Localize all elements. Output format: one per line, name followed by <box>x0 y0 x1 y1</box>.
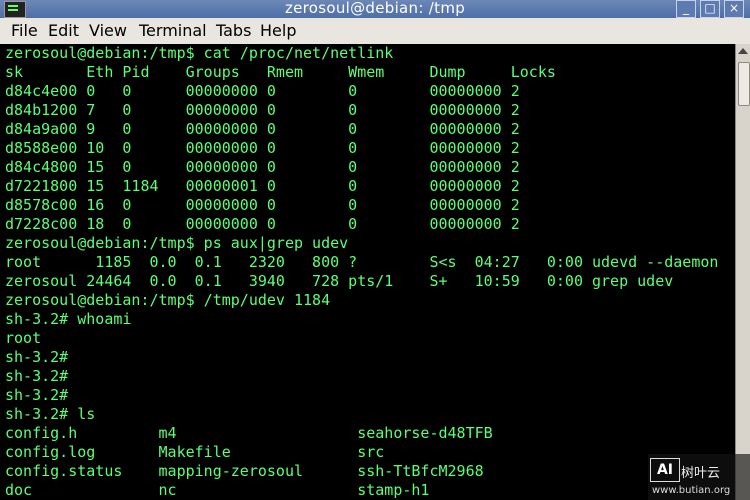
watermark-url: www.butian.org <box>652 485 731 496</box>
terminal-line: sk Eth Pid Groups Rmem Wmem Dump Locks <box>5 63 556 81</box>
menu-terminal[interactable]: Terminal <box>139 21 207 41</box>
menu-edit[interactable]: Edit <box>48 21 79 41</box>
terminal-line: d84a9a00 9 0 00000000 0 0 00000000 2 <box>5 120 520 138</box>
terminal-line: config.h m4 seahorse-d48TFB <box>5 424 493 442</box>
terminal-line: sh-3.2# <box>5 367 69 385</box>
terminal-line: zerosoul@debian:/tmp$ ps aux|grep udev <box>5 234 349 252</box>
terminal-line: config.log Makefile src <box>5 443 385 461</box>
window-title: zerosoul@debian: /tmp <box>284 0 466 17</box>
terminal-line: sh-3.2# ls <box>5 405 96 423</box>
terminal-line: d84c4800 15 0 00000000 0 0 00000000 2 <box>5 158 520 176</box>
terminal-line: d84c4e00 0 0 00000000 0 0 00000000 2 <box>5 82 520 100</box>
menu-help[interactable]: Help <box>260 21 296 41</box>
terminal-line: sh-3.2# <box>5 386 69 404</box>
maximize-button[interactable]: □ <box>700 0 720 18</box>
close-button[interactable]: × <box>724 0 744 18</box>
terminal-line: zerosoul@debian:/tmp$ cat /proc/net/netl… <box>5 44 394 62</box>
terminal-line: sh-3.2# <box>5 348 69 366</box>
terminal-line: root <box>5 329 42 347</box>
site-watermark: AI 树叶云 www.butian.org <box>648 454 750 500</box>
minimize-button[interactable]: _ <box>676 0 696 18</box>
terminal-line: d7228c00 18 0 00000000 0 0 00000000 2 <box>5 215 520 233</box>
terminal-line: d84b1200 7 0 00000000 0 0 00000000 2 <box>5 101 520 119</box>
terminal-line: d8588e00 10 0 00000000 0 0 00000000 2 <box>5 139 520 157</box>
menu-bar: File Edit View Terminal Tabs Help <box>0 18 750 45</box>
terminal-line: zerosoul@debian:/tmp$ /tmp/udev 1184 <box>5 291 331 309</box>
menu-view[interactable]: View <box>89 21 127 41</box>
scrollbar-thumb[interactable] <box>738 62 750 106</box>
terminal-line: root 1185 0.0 0.1 2320 800 ? S<s 04:27 0… <box>5 253 719 271</box>
scroll-up-arrow-icon[interactable] <box>738 48 748 54</box>
watermark-logo: AI <box>650 458 680 482</box>
menu-tabs[interactable]: Tabs <box>216 21 251 41</box>
terminal-scrollbar[interactable] <box>735 44 750 500</box>
watermark-site-name: 树叶云 <box>681 466 721 481</box>
terminal-line: config.status mapping-zerosoul ssh-TtBfc… <box>5 462 484 480</box>
terminal-line: zerosoul 24464 0.0 0.1 3940 728 pts/1 S+… <box>5 272 674 290</box>
terminal-line: sh-3.2# whoami <box>5 310 132 328</box>
terminal-output[interactable]: zerosoul@debian:/tmp$ cat /proc/net/netl… <box>0 44 735 500</box>
menu-file[interactable]: File <box>11 21 38 41</box>
terminal-line: d8578c00 16 0 00000000 0 0 00000000 2 <box>5 196 520 214</box>
terminal-line: doc nc stamp-h1 <box>5 481 430 499</box>
window-titlebar[interactable]: zerosoul@debian: /tmp _ □ × <box>0 0 750 18</box>
terminal-line: d7221800 15 1184 00000001 0 0 00000000 2 <box>5 177 520 195</box>
